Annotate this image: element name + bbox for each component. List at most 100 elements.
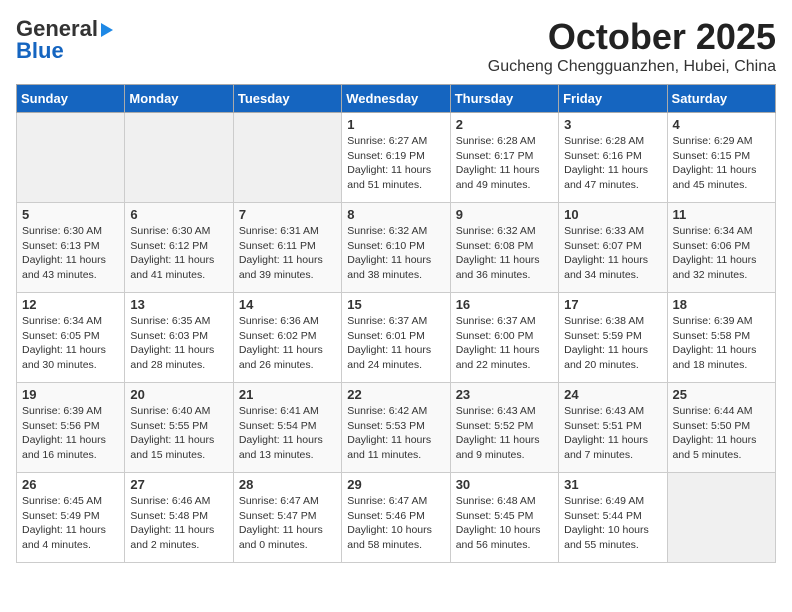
calendar-cell: 10 Sunrise: 6:33 AMSunset: 6:07 PMDayligh…	[559, 203, 667, 293]
day-info: Sunrise: 6:37 AMSunset: 6:00 PMDaylight:…	[456, 314, 553, 373]
day-number: 25	[673, 387, 770, 402]
calendar-cell: 24 Sunrise: 6:43 AMSunset: 5:51 PMDayligh…	[559, 383, 667, 473]
day-info: Sunrise: 6:30 AMSunset: 6:13 PMDaylight:…	[22, 224, 119, 283]
calendar-cell: 13 Sunrise: 6:35 AMSunset: 6:03 PMDayligh…	[125, 293, 233, 383]
day-info: Sunrise: 6:35 AMSunset: 6:03 PMDaylight:…	[130, 314, 227, 373]
calendar-cell: 3 Sunrise: 6:28 AMSunset: 6:16 PMDaylight…	[559, 113, 667, 203]
day-info: Sunrise: 6:44 AMSunset: 5:50 PMDaylight:…	[673, 404, 770, 463]
calendar-cell: 29Sunrise: 6:47 AMSunset: 5:46 PMDayligh…	[342, 473, 450, 563]
day-number: 5	[22, 207, 119, 222]
calendar-cell: 9 Sunrise: 6:32 AMSunset: 6:08 PMDaylight…	[450, 203, 558, 293]
calendar-cell: 8Sunrise: 6:32 AMSunset: 6:10 PMDaylight…	[342, 203, 450, 293]
calendar-cell: 5 Sunrise: 6:30 AMSunset: 6:13 PMDaylight…	[17, 203, 125, 293]
day-number: 28	[239, 477, 336, 492]
day-info: Sunrise: 6:39 AMSunset: 5:56 PMDaylight:…	[22, 404, 119, 463]
day-info: Sunrise: 6:32 AMSunset: 6:10 PMDaylight:…	[347, 224, 444, 283]
logo-arrow-icon	[101, 23, 113, 37]
day-number: 6	[130, 207, 227, 222]
page-header: General Blue October 2025 Gucheng Chengg…	[16, 16, 776, 76]
day-info: Sunrise: 6:49 AMSunset: 5:44 PMDaylight:…	[564, 494, 661, 553]
day-info: Sunrise: 6:45 AMSunset: 5:49 PMDaylight:…	[22, 494, 119, 553]
calendar-week-row: 12Sunrise: 6:34 AMSunset: 6:05 PMDayligh…	[17, 293, 776, 383]
calendar-table: SundayMondayTuesdayWednesdayThursdayFrid…	[16, 84, 776, 563]
day-info: Sunrise: 6:34 AMSunset: 6:06 PMDaylight:…	[673, 224, 770, 283]
page-title: October 2025	[488, 16, 776, 58]
day-info: Sunrise: 6:43 AMSunset: 5:51 PMDaylight:…	[564, 404, 661, 463]
day-number: 15	[347, 297, 444, 312]
header-wednesday: Wednesday	[342, 85, 450, 113]
header-saturday: Saturday	[667, 85, 775, 113]
day-info: Sunrise: 6:47 AMSunset: 5:47 PMDaylight:…	[239, 494, 336, 553]
day-number: 31	[564, 477, 661, 492]
day-number: 20	[130, 387, 227, 402]
day-info: Sunrise: 6:31 AMSunset: 6:11 PMDaylight:…	[239, 224, 336, 283]
day-number: 19	[22, 387, 119, 402]
day-info: Sunrise: 6:47 AMSunset: 5:46 PMDaylight:…	[347, 494, 444, 553]
header-tuesday: Tuesday	[233, 85, 341, 113]
calendar-cell: 15Sunrise: 6:37 AMSunset: 6:01 PMDayligh…	[342, 293, 450, 383]
calendar-cell: 31 Sunrise: 6:49 AMSunset: 5:44 PMDayligh…	[559, 473, 667, 563]
calendar-cell: 11Sunrise: 6:34 AMSunset: 6:06 PMDayligh…	[667, 203, 775, 293]
day-number: 17	[564, 297, 661, 312]
calendar-cell: 28 Sunrise: 6:47 AMSunset: 5:47 PMDayligh…	[233, 473, 341, 563]
calendar-cell: 2 Sunrise: 6:28 AMSunset: 6:17 PMDaylight…	[450, 113, 558, 203]
calendar-cell: 7 Sunrise: 6:31 AMSunset: 6:11 PMDaylight…	[233, 203, 341, 293]
day-info: Sunrise: 6:36 AMSunset: 6:02 PMDaylight:…	[239, 314, 336, 373]
day-info: Sunrise: 6:33 AMSunset: 6:07 PMDaylight:…	[564, 224, 661, 283]
day-number: 2	[456, 117, 553, 132]
header-sunday: Sunday	[17, 85, 125, 113]
day-info: Sunrise: 6:32 AMSunset: 6:08 PMDaylight:…	[456, 224, 553, 283]
header-thursday: Thursday	[450, 85, 558, 113]
calendar-cell: 6 Sunrise: 6:30 AMSunset: 6:12 PMDaylight…	[125, 203, 233, 293]
calendar-week-row: 19 Sunrise: 6:39 AMSunset: 5:56 PMDayligh…	[17, 383, 776, 473]
day-number: 21	[239, 387, 336, 402]
day-number: 30	[456, 477, 553, 492]
calendar-cell: 12Sunrise: 6:34 AMSunset: 6:05 PMDayligh…	[17, 293, 125, 383]
page-subtitle: Gucheng Chengguanzhen, Hubei, China	[488, 58, 776, 76]
calendar-cell: 20 Sunrise: 6:40 AMSunset: 5:55 PMDayligh…	[125, 383, 233, 473]
day-number: 3	[564, 117, 661, 132]
calendar-cell	[233, 113, 341, 203]
calendar-cell	[17, 113, 125, 203]
calendar-week-row: 1Sunrise: 6:27 AMSunset: 6:19 PMDaylight…	[17, 113, 776, 203]
calendar-cell: 4 Sunrise: 6:29 AMSunset: 6:15 PMDaylight…	[667, 113, 775, 203]
logo-blue: Blue	[16, 38, 64, 64]
calendar-cell: 22 Sunrise: 6:42 AMSunset: 5:53 PMDayligh…	[342, 383, 450, 473]
calendar-week-row: 5 Sunrise: 6:30 AMSunset: 6:13 PMDaylight…	[17, 203, 776, 293]
day-number: 24	[564, 387, 661, 402]
day-info: Sunrise: 6:43 AMSunset: 5:52 PMDaylight:…	[456, 404, 553, 463]
logo: General Blue	[16, 16, 113, 64]
day-info: Sunrise: 6:40 AMSunset: 5:55 PMDaylight:…	[130, 404, 227, 463]
day-info: Sunrise: 6:30 AMSunset: 6:12 PMDaylight:…	[130, 224, 227, 283]
calendar-cell	[125, 113, 233, 203]
day-info: Sunrise: 6:27 AMSunset: 6:19 PMDaylight:…	[347, 134, 444, 193]
calendar-cell: 30 Sunrise: 6:48 AMSunset: 5:45 PMDayligh…	[450, 473, 558, 563]
day-number: 27	[130, 477, 227, 492]
day-number: 10	[564, 207, 661, 222]
calendar-cell: 25 Sunrise: 6:44 AMSunset: 5:50 PMDayligh…	[667, 383, 775, 473]
day-number: 22	[347, 387, 444, 402]
day-number: 26	[22, 477, 119, 492]
day-number: 7	[239, 207, 336, 222]
day-info: Sunrise: 6:42 AMSunset: 5:53 PMDaylight:…	[347, 404, 444, 463]
day-info: Sunrise: 6:29 AMSunset: 6:15 PMDaylight:…	[673, 134, 770, 193]
calendar-cell: 16Sunrise: 6:37 AMSunset: 6:00 PMDayligh…	[450, 293, 558, 383]
calendar-cell: 19 Sunrise: 6:39 AMSunset: 5:56 PMDayligh…	[17, 383, 125, 473]
day-info: Sunrise: 6:38 AMSunset: 5:59 PMDaylight:…	[564, 314, 661, 373]
calendar-cell: 26 Sunrise: 6:45 AMSunset: 5:49 PMDayligh…	[17, 473, 125, 563]
day-number: 4	[673, 117, 770, 132]
calendar-cell: 27Sunrise: 6:46 AMSunset: 5:48 PMDayligh…	[125, 473, 233, 563]
day-info: Sunrise: 6:28 AMSunset: 6:16 PMDaylight:…	[564, 134, 661, 193]
calendar-cell	[667, 473, 775, 563]
title-block: October 2025 Gucheng Chengguanzhen, Hube…	[488, 16, 776, 76]
calendar-header-row: SundayMondayTuesdayWednesdayThursdayFrid…	[17, 85, 776, 113]
header-monday: Monday	[125, 85, 233, 113]
day-info: Sunrise: 6:28 AMSunset: 6:17 PMDaylight:…	[456, 134, 553, 193]
day-number: 18	[673, 297, 770, 312]
calendar-cell: 14Sunrise: 6:36 AMSunset: 6:02 PMDayligh…	[233, 293, 341, 383]
day-info: Sunrise: 6:48 AMSunset: 5:45 PMDaylight:…	[456, 494, 553, 553]
calendar-cell: 17 Sunrise: 6:38 AMSunset: 5:59 PMDayligh…	[559, 293, 667, 383]
day-number: 13	[130, 297, 227, 312]
day-number: 9	[456, 207, 553, 222]
header-friday: Friday	[559, 85, 667, 113]
